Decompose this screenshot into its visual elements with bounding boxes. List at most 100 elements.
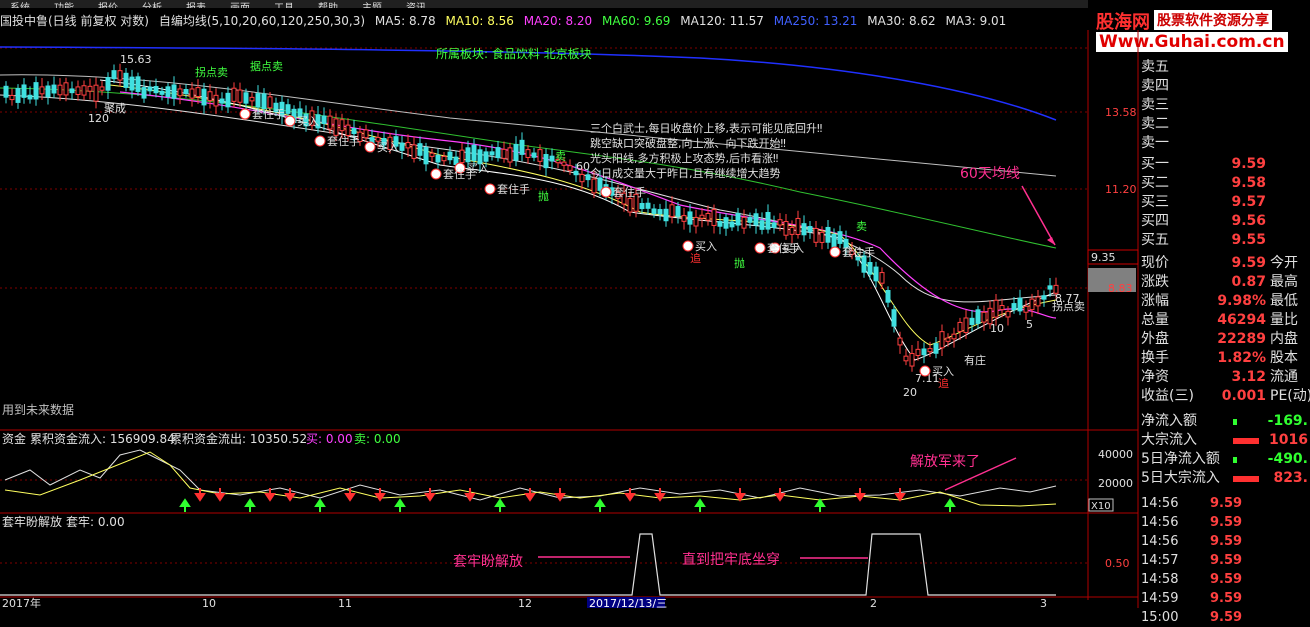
price-tick-3: 9.35 — [1091, 251, 1116, 264]
signal-sell-2: 卖 — [856, 220, 867, 233]
signal-marker — [239, 108, 251, 120]
trap-title: 套牢盼解放 — [2, 514, 62, 529]
menu-item[interactable]: 资讯 — [406, 4, 426, 9]
signal-label-trap: 套住手 — [613, 185, 646, 199]
candle-body — [219, 98, 225, 104]
ma60-label: 60天均线 — [960, 166, 1020, 182]
note-line-1: 三个白武士,每日收盘价上移,表示可能见底回升‼ — [590, 121, 822, 135]
fund-down-arrow — [314, 498, 326, 512]
signal-label-trap: 套住手 — [497, 182, 530, 196]
tick-price: 9.59 — [1210, 572, 1243, 587]
logo-tagline: 股票软件资源分享 — [1154, 10, 1272, 30]
bid-row-label: 买二 — [1141, 175, 1169, 191]
tick-time: 14:56 — [1141, 496, 1179, 511]
tick-price: 9.59 — [1210, 553, 1243, 568]
flow-bar — [1233, 476, 1259, 482]
stat-row-label: 涨跌 — [1141, 274, 1169, 290]
candle-body — [1047, 285, 1053, 290]
candle-body — [705, 212, 711, 221]
tick-row: 14:56 9.59 — [1138, 494, 1310, 513]
ask-row: 卖五 — [1138, 58, 1310, 77]
candle-body — [171, 84, 177, 99]
chart-header: 国投中鲁(日线 前复权 对数) 自编均线(5,10,20,60,120,250,… — [0, 12, 1012, 30]
candle-body — [237, 89, 243, 103]
candle-body — [579, 173, 585, 183]
stat-row-label2: PE(动) — [1270, 388, 1310, 404]
candle-body — [249, 96, 255, 102]
fund-up-arrow — [214, 488, 226, 502]
candle-body — [39, 86, 45, 95]
menu-bar[interactable]: 系统 功能 报价 分析 报表 画面 工具 帮助 主题 资讯 — [0, 0, 1088, 8]
note-line-4: 今日成交量大于昨日,且有继续增大趋势 — [590, 166, 781, 180]
candle-body — [771, 222, 777, 228]
stat-row: 涨幅 9.98% 最低 — [1138, 292, 1310, 311]
tick-row: 15:00 9.59 — [1138, 608, 1310, 627]
signal-label-buy: 买入 — [377, 141, 399, 154]
note-line-2: 跳空缺口突破盘整,向上涨、向下跌开始‼ — [590, 136, 786, 150]
ma30-line — [0, 94, 1057, 303]
candle-body — [267, 96, 273, 109]
ask-row-label: 卖二 — [1141, 116, 1169, 132]
candle-body — [795, 217, 801, 235]
signal-sell-1: 卖 — [555, 150, 566, 163]
menu-item[interactable]: 报价 — [98, 4, 118, 9]
candle-body — [429, 152, 435, 157]
candle-body — [735, 212, 741, 226]
tick-time: 14:58 — [1141, 572, 1179, 587]
signal-marker — [919, 365, 931, 377]
candle-body — [177, 88, 183, 97]
bid-row-label: 买四 — [1141, 213, 1169, 229]
menu-item[interactable]: 帮助 — [318, 4, 338, 9]
tick-time: 15:00 — [1141, 610, 1179, 625]
date-tick-5: 2 — [870, 597, 877, 608]
bid-row: 买二 9.58 — [1138, 174, 1310, 193]
candle-body — [675, 206, 681, 217]
menu-item[interactable]: 主题 — [362, 4, 382, 9]
num-20: 20 — [903, 386, 917, 399]
menu-item[interactable]: 功能 — [54, 4, 74, 9]
candle-body — [399, 142, 405, 151]
menu-item[interactable]: 工具 — [274, 4, 294, 9]
candle-body — [159, 90, 165, 95]
fund-annotation: 解放军来了 — [910, 454, 980, 470]
bid-row: 买一 9.59 — [1138, 155, 1310, 174]
candle-body — [1011, 303, 1017, 311]
menu-item[interactable]: 分析 — [142, 4, 162, 9]
candle-body — [207, 91, 213, 102]
candle-body — [3, 85, 9, 98]
candle-body — [945, 337, 951, 342]
ma3-value: MA3: 9.01 — [945, 14, 1007, 28]
ma20-value: MA20: 8.20 — [523, 14, 593, 28]
candle-body — [9, 94, 15, 101]
signal-marker — [430, 168, 442, 180]
tick-row: 14:58 9.59 — [1138, 570, 1310, 589]
flow-bar — [1233, 438, 1259, 444]
tick-row: 14:57 9.59 — [1138, 551, 1310, 570]
candle-body — [525, 149, 531, 158]
ma10-line — [109, 84, 1057, 346]
candle-body — [831, 233, 837, 249]
price-axis: 13.58 11.20 9.35 8.83 — [1091, 106, 1137, 295]
ma250-value: MA250: 13.21 — [773, 14, 858, 28]
stat-row-value: 9.59 — [1231, 255, 1266, 271]
indicator-name[interactable]: 自编均线(5,10,20,60,120,250,30,3) — [159, 14, 365, 28]
flow-value: 823. — [1273, 470, 1308, 486]
ask-row: 卖四 — [1138, 77, 1310, 96]
date-tick-2: 10 — [202, 597, 216, 608]
menu-item[interactable]: 系统 — [10, 4, 30, 9]
menu-item[interactable]: 报表 — [186, 4, 206, 9]
candle-body — [351, 128, 357, 135]
candle-body — [513, 143, 519, 161]
fund-down-arrow — [694, 498, 706, 512]
candle-body — [213, 94, 219, 107]
candle-body — [729, 221, 735, 228]
candle-body — [1041, 295, 1047, 300]
candle-body — [1017, 297, 1023, 312]
stock-chart[interactable]: 所属板块: 食品饮料 北京板块 用到未来数据 三个白武士,每日收盘价上移,表示可… — [0, 30, 1310, 608]
candle-body — [165, 86, 171, 98]
candle-body — [501, 148, 507, 159]
candle-body — [441, 155, 447, 162]
menu-item[interactable]: 画面 — [230, 4, 250, 9]
candle-body — [417, 143, 423, 156]
candle-body — [243, 92, 249, 104]
